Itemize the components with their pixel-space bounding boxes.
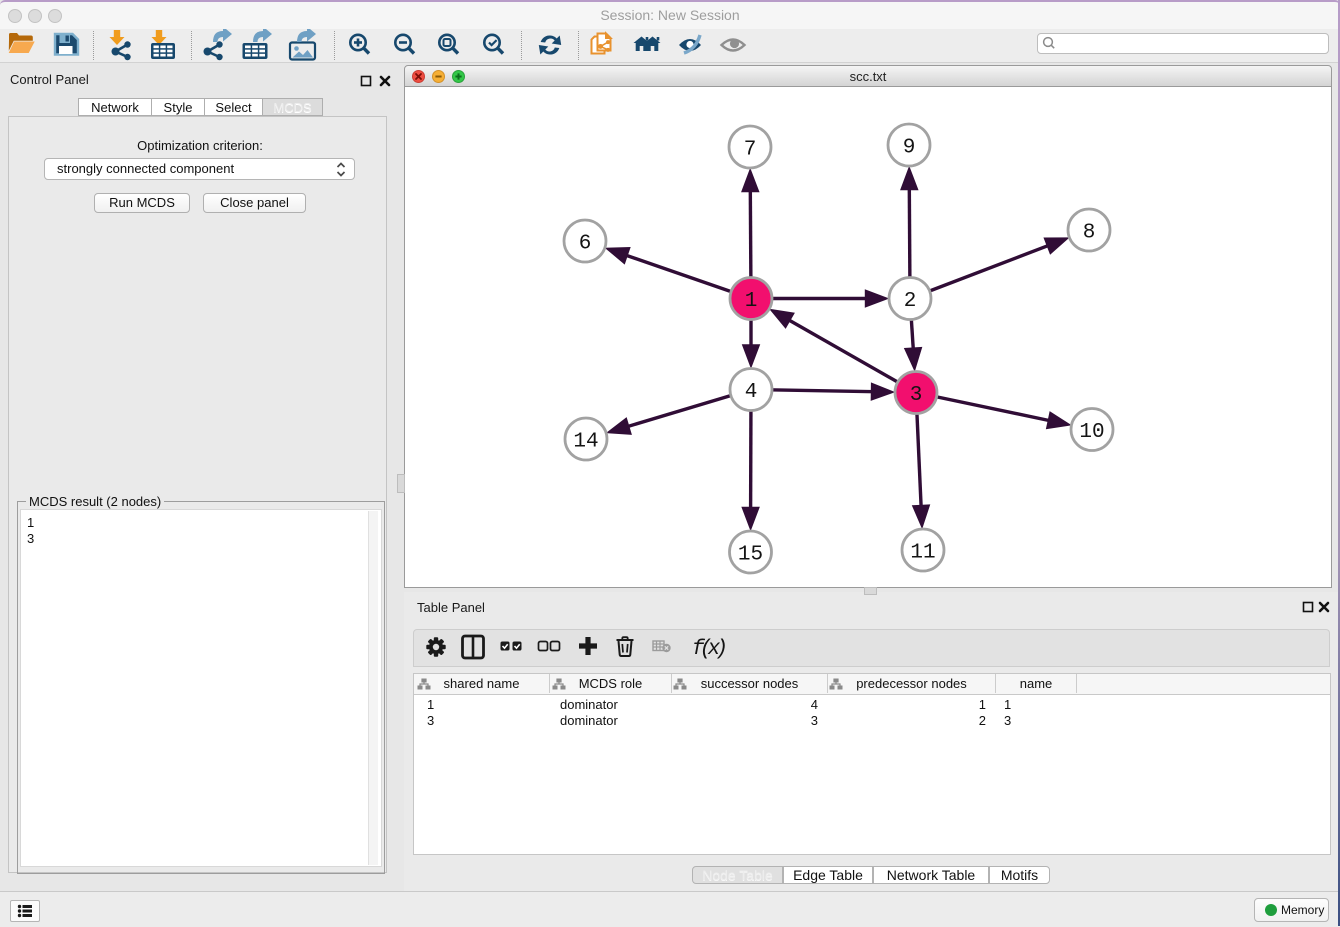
svg-text:8: 8 xyxy=(1083,222,1096,245)
svg-text:6: 6 xyxy=(579,233,592,256)
svg-text:7: 7 xyxy=(744,139,757,162)
svg-text:10: 10 xyxy=(1079,421,1104,444)
svg-text:9: 9 xyxy=(903,137,916,160)
svg-text:15: 15 xyxy=(738,544,763,567)
svg-text:1: 1 xyxy=(745,290,758,313)
svg-text:14: 14 xyxy=(573,431,598,454)
svg-text:4: 4 xyxy=(745,381,758,404)
svg-text:f(x): f(x) xyxy=(692,638,728,661)
svg-text:3: 3 xyxy=(910,384,923,407)
svg-text:2: 2 xyxy=(904,290,917,313)
svg-text:11: 11 xyxy=(910,542,935,565)
